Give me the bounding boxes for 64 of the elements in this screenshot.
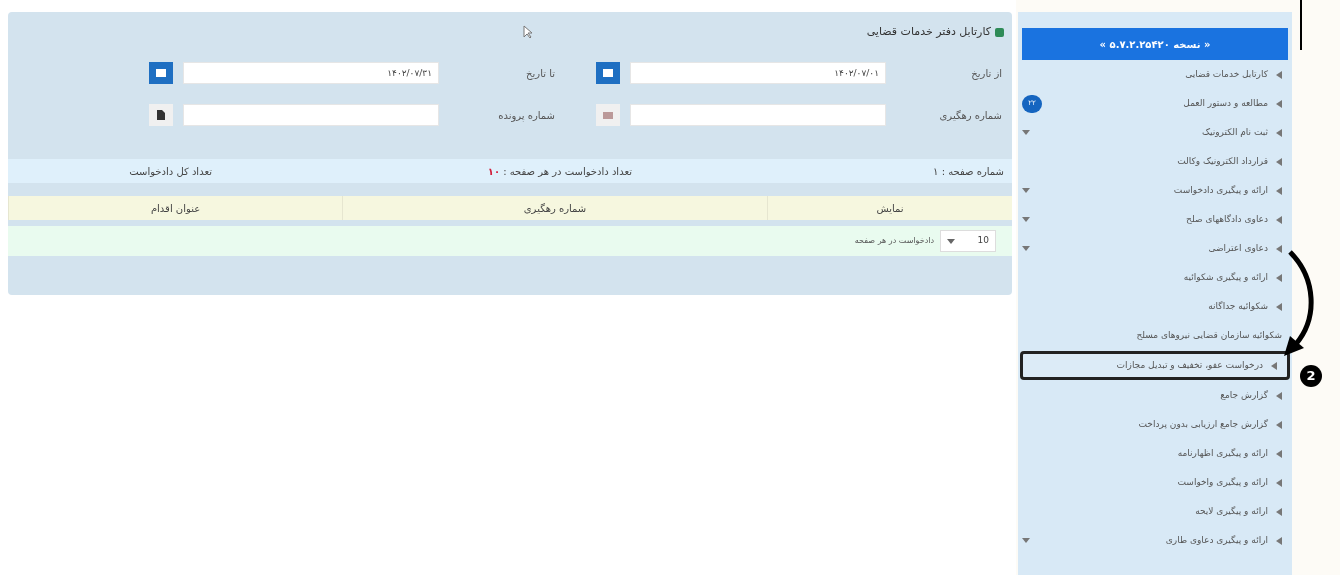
- chevron-left-icon: [1271, 361, 1277, 370]
- menu-item[interactable]: دعاوی دادگاههای صلح: [1018, 205, 1292, 234]
- menu-item[interactable]: قرارداد الکترونیک وکالت: [1018, 147, 1292, 176]
- panel-title: کارتابل دفتر خدمات قضایی: [866, 23, 991, 40]
- caret-down-icon: [1022, 130, 1030, 135]
- menu-item[interactable]: ارائه و پیگیری واخواست: [1018, 468, 1292, 497]
- calendar-icon: [603, 69, 613, 77]
- menu-item[interactable]: ارائه و پیگیری دادخواست: [1018, 176, 1292, 205]
- caret-down-icon: [1022, 188, 1030, 193]
- per-page-info: تعداد دادخواست در هر صفحه : ۱۰: [486, 164, 632, 179]
- menu-item[interactable]: ارائه و پیگیری دعاوی طاری: [1018, 526, 1292, 555]
- total-count-label: تعداد کل دادخواست: [129, 164, 212, 179]
- input-field[interactable]: [630, 104, 886, 126]
- column-header: شماره رهگیری: [342, 196, 767, 220]
- chevron-left-icon: [1276, 128, 1282, 137]
- menu-item[interactable]: گزارش جامع: [1018, 381, 1292, 410]
- column-header: نمایش: [767, 196, 1012, 220]
- calendar-button[interactable]: [149, 62, 173, 84]
- caret-down-icon: [1022, 246, 1030, 251]
- chevron-left-icon: [1276, 99, 1282, 108]
- menu-item[interactable]: ارائه و پیگیری اظهارنامه: [1018, 439, 1292, 468]
- input-field[interactable]: [183, 104, 439, 126]
- menu-item[interactable]: گزارش جامع ارزیابی بدون پرداخت: [1018, 410, 1292, 439]
- field-label: شماره رهگیری: [938, 108, 1002, 123]
- chevron-left-icon: [1276, 536, 1282, 545]
- calendar-icon: [156, 69, 166, 77]
- document-icon: [149, 104, 173, 126]
- chevron-left-icon: [1276, 302, 1282, 311]
- barcode-icon: [596, 104, 620, 126]
- menu-item[interactable]: دعاوی اعتراضی: [1018, 234, 1292, 263]
- chevron-left-icon: [1276, 507, 1282, 516]
- field-label: شماره پرونده: [497, 108, 555, 123]
- menu-item[interactable]: درخواست عفو، تخفیف و تبدیل مجازات: [1020, 351, 1290, 380]
- column-header: عنوان اقدام: [8, 196, 342, 220]
- chevron-left-icon: [1276, 391, 1282, 400]
- chevron-left-icon: [1276, 478, 1282, 487]
- caret-down-icon: [1022, 217, 1030, 222]
- chevron-left-icon: [1276, 273, 1282, 282]
- version-header: « نسخه ۵.۷.۲.۲۵۴۲۰ »: [1022, 28, 1288, 60]
- page-number: شماره صفحه : ۱: [932, 164, 1005, 179]
- page-size-label: دادخواست در هر صفحه: [854, 235, 934, 247]
- cursor-icon: [522, 25, 533, 39]
- menu-item[interactable]: شکوائیه جداگانه: [1018, 292, 1292, 321]
- chevron-left-icon: [1276, 420, 1282, 429]
- caret-down-icon: [947, 238, 955, 244]
- calendar-button[interactable]: [596, 62, 620, 84]
- title-icon: [995, 27, 1004, 37]
- page-size-select[interactable]: 10: [940, 230, 996, 252]
- field-label: تا تاریخ: [525, 66, 555, 81]
- input-field[interactable]: ۱۴۰۲/۰۷/۰۱: [630, 62, 886, 84]
- chevron-left-icon: [1276, 215, 1282, 224]
- menu-item[interactable]: ارائه و پیگیری شکوائیه: [1018, 263, 1292, 292]
- menu-item[interactable]: ثبت نام الکترونیک: [1018, 118, 1292, 147]
- chevron-left-icon: [1276, 70, 1282, 79]
- caret-down-icon: [1022, 538, 1030, 543]
- menu-item[interactable]: شکوائیه سازمان قضایی نیروهای مسلح: [1018, 321, 1292, 350]
- field-label: از تاریخ: [970, 66, 1002, 81]
- chevron-left-icon: [1276, 449, 1282, 458]
- menu-item[interactable]: ارائه و پیگیری لایحه: [1018, 497, 1292, 526]
- input-field[interactable]: ۱۴۰۲/۰۷/۳۱: [183, 62, 439, 84]
- menu-item[interactable]: کارتابل خدمات قضایی: [1018, 60, 1292, 89]
- chevron-left-icon: [1276, 186, 1282, 195]
- chevron-left-icon: [1276, 157, 1282, 166]
- chevron-left-icon: [1276, 244, 1282, 253]
